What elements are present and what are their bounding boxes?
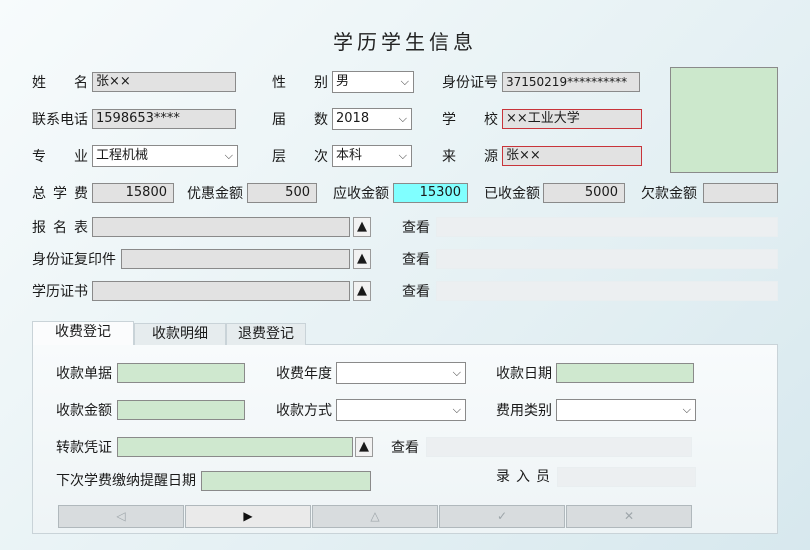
- level-value: 本科: [336, 148, 363, 163]
- amount-label: 收款金额: [56, 403, 112, 419]
- gender-value: 男: [336, 74, 350, 89]
- session-select[interactable]: 2018 ⌵: [332, 108, 412, 130]
- view-voucher-link[interactable]: 查看: [391, 438, 419, 458]
- school-label: 学校: [442, 112, 498, 128]
- delete-button[interactable]: ✕: [566, 505, 692, 528]
- owed-field[interactable]: [703, 183, 778, 203]
- source-label: 来源: [442, 149, 498, 165]
- id-copy-label: 身份证复印件: [32, 252, 116, 268]
- name-field[interactable]: 张××: [92, 72, 236, 92]
- reminder-date-field[interactable]: [201, 471, 371, 491]
- registration-form-field[interactable]: [92, 217, 350, 237]
- gender-label: 性别: [272, 75, 328, 91]
- photo-box[interactable]: [670, 67, 778, 173]
- chevron-down-icon: ⌵: [398, 149, 407, 162]
- reminder-date-label: 下次学费缴纳提醒日期: [56, 473, 196, 489]
- upload-id-copy-button[interactable]: ▲: [353, 249, 371, 269]
- tab-payment-details[interactable]: 收款明细: [134, 323, 226, 345]
- diploma-path-field: [436, 281, 778, 301]
- total-fee-label: 总学费: [32, 186, 88, 202]
- upload-voucher-button[interactable]: ▲: [355, 437, 373, 457]
- due-amount-label: 应收金额: [333, 186, 389, 202]
- fee-year-label: 收费年度: [276, 366, 332, 382]
- phone-field[interactable]: 1598653****: [92, 109, 236, 129]
- upload-diploma-button[interactable]: ▲: [353, 281, 371, 301]
- diploma-label: 学历证书: [32, 284, 88, 300]
- level-label: 层次: [272, 149, 328, 165]
- record-navigation-bar: ◁ ▶ △ ✓ ✕: [58, 505, 692, 528]
- view-id-copy-link[interactable]: 查看: [402, 250, 430, 270]
- chevron-down-icon: ⌵: [452, 403, 461, 416]
- chevron-down-icon: ⌵: [224, 149, 233, 162]
- tab-refund-register[interactable]: 退费登记: [226, 323, 306, 345]
- voucher-field[interactable]: [117, 437, 353, 457]
- owed-label: 欠款金额: [641, 186, 697, 202]
- name-label: 姓名: [32, 75, 88, 91]
- id-copy-path-field: [436, 249, 778, 269]
- school-field[interactable]: ××工业大学: [502, 109, 642, 129]
- fee-category-select[interactable]: ⌵: [556, 399, 696, 421]
- session-value: 2018: [336, 111, 370, 126]
- payment-date-label: 收款日期: [496, 366, 552, 382]
- major-value: 工程机械: [96, 148, 149, 163]
- tab-payment-register[interactable]: 收费登记: [32, 321, 134, 345]
- operator-label: 录入员: [496, 469, 550, 485]
- view-registration-link[interactable]: 查看: [402, 218, 430, 238]
- voucher-label: 转款凭证: [56, 440, 112, 456]
- fee-year-select[interactable]: ⌵: [336, 362, 466, 384]
- amount-field[interactable]: [117, 400, 245, 420]
- total-fee-field[interactable]: 15800: [92, 183, 174, 203]
- diploma-field[interactable]: [92, 281, 350, 301]
- next-button[interactable]: ▶: [185, 505, 311, 528]
- add-button[interactable]: △: [312, 505, 438, 528]
- due-amount-field[interactable]: 15300: [393, 183, 468, 203]
- discount-label: 优惠金额: [187, 186, 243, 202]
- major-label: 专业: [32, 149, 88, 165]
- session-label: 届数: [272, 112, 328, 128]
- page-title: 学历学生信息: [333, 30, 477, 54]
- previous-button[interactable]: ◁: [58, 505, 184, 528]
- confirm-button[interactable]: ✓: [439, 505, 565, 528]
- payment-date-field[interactable]: [556, 363, 694, 383]
- receipt-field[interactable]: [117, 363, 245, 383]
- phone-label: 联系电话: [32, 112, 88, 128]
- source-field[interactable]: 张××: [502, 146, 642, 166]
- view-diploma-link[interactable]: 查看: [402, 282, 430, 302]
- received-field[interactable]: 5000: [543, 183, 625, 203]
- major-select[interactable]: 工程机械 ⌵: [92, 145, 238, 167]
- operator-field: [557, 467, 696, 487]
- gender-select[interactable]: 男 ⌵: [332, 71, 414, 93]
- level-select[interactable]: 本科 ⌵: [332, 145, 412, 167]
- discount-field[interactable]: 500: [247, 183, 317, 203]
- payment-method-label: 收款方式: [276, 403, 332, 419]
- id-copy-field[interactable]: [121, 249, 350, 269]
- payment-method-select[interactable]: ⌵: [336, 399, 466, 421]
- chevron-down-icon: ⌵: [682, 403, 691, 416]
- upload-registration-button[interactable]: ▲: [353, 217, 371, 237]
- id-number-field[interactable]: 37150219**********: [502, 72, 640, 92]
- chevron-down-icon: ⌵: [452, 366, 461, 379]
- id-label: 身份证号: [442, 75, 498, 91]
- chevron-down-icon: ⌵: [398, 112, 407, 125]
- registration-path-field: [436, 217, 778, 237]
- chevron-down-icon: ⌵: [400, 75, 409, 88]
- fee-category-label: 费用类别: [496, 403, 552, 419]
- voucher-path-field: [426, 437, 692, 457]
- receipt-label: 收款单据: [56, 366, 112, 382]
- received-label: 已收金额: [484, 186, 540, 202]
- registration-form-label: 报名表: [32, 220, 88, 236]
